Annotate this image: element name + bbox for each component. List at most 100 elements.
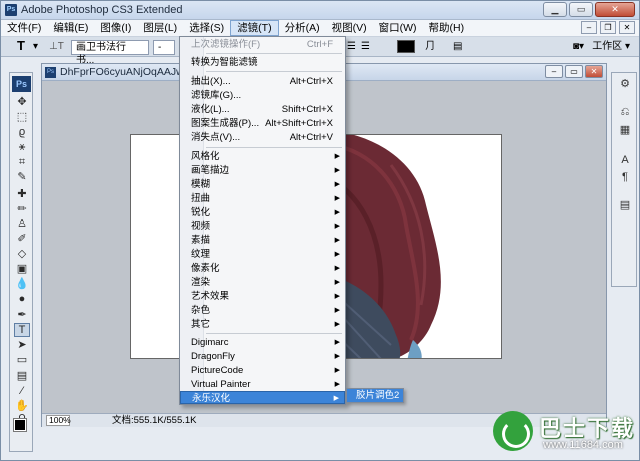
move-tool-icon[interactable]: ✥ (14, 95, 30, 109)
crop-tool-icon[interactable]: ⌗ (14, 155, 30, 169)
notes-tool-icon[interactable]: ▤ (14, 369, 30, 383)
workspace-button[interactable]: 工作区 ▾ (589, 40, 633, 55)
camera-icon[interactable]: ◙▾ (573, 40, 584, 55)
warp-text-icon[interactable]: ⺆ (425, 40, 435, 55)
menu-item-video[interactable]: 视频 ▶ (180, 220, 345, 233)
actions-panel-icon[interactable]: ▦ (617, 123, 633, 138)
submenu-arrow-icon: ▶ (334, 251, 340, 258)
gradient-tool-icon[interactable]: ▣ (14, 262, 30, 276)
menu-item-distort[interactable]: 扭曲 ▶ (180, 192, 345, 205)
text-orientation-icon[interactable]: ⊥T (49, 40, 64, 55)
toolbox: Ps ✥ ⬚ ϱ ⚹ ⌗ ✎ ✚ ✏ ♙ ✐ ◇ ▣ 💧 ● ✒ T ➤ ▭ ▤… (9, 72, 33, 452)
menu-select[interactable]: 选择(S) (183, 20, 230, 36)
menu-item-picturecode[interactable]: PictureCode ▶ (180, 364, 345, 377)
menu-item-texture[interactable]: 纹理 ▶ (180, 248, 345, 261)
close-button[interactable]: ✕ (595, 2, 635, 17)
doc-restore-button[interactable]: ❐ (600, 21, 616, 34)
menu-item-noise[interactable]: 杂色 ▶ (180, 304, 345, 317)
menu-item-label: 像素化 (191, 263, 220, 274)
clone-stamp-tool-icon[interactable]: ♙ (14, 217, 30, 231)
lasso-tool-icon[interactable]: ϱ (14, 125, 30, 139)
menu-file[interactable]: 文件(F) (1, 20, 47, 36)
submenu-arrow-icon: ▶ (334, 321, 340, 328)
menu-item-vanishing-point[interactable]: 消失点(V)... Alt+Ctrl+V (180, 131, 345, 144)
shape-tool-icon[interactable]: ▭ (14, 353, 30, 367)
text-color-swatch[interactable] (397, 40, 415, 53)
eyedropper-tool-icon[interactable]: ⁄ (14, 384, 30, 398)
dodge-tool-icon[interactable]: ● (14, 292, 30, 306)
menu-separator (206, 147, 342, 148)
hand-tool-icon[interactable]: ✋ (14, 399, 30, 413)
paragraph-panel-icon[interactable]: ¶ (617, 170, 633, 185)
marquee-tool-icon[interactable]: ⬚ (14, 110, 30, 124)
menu-item-stylize[interactable]: 风格化 ▶ (180, 150, 345, 163)
menu-edit[interactable]: 编辑(E) (47, 20, 94, 36)
document-maximize-button[interactable]: ▭ (565, 65, 583, 78)
menu-help[interactable]: 帮助(H) (423, 20, 471, 36)
menu-item-label: 滤镜库(G)... (191, 90, 242, 101)
menu-window[interactable]: 窗口(W) (373, 20, 423, 36)
history-panel-icon[interactable]: ⎌ (617, 105, 633, 120)
foreground-color-swatch[interactable] (13, 418, 27, 432)
workspace-label: 工作区 (592, 41, 623, 52)
menu-item-blur[interactable]: 模糊 ▶ (180, 178, 345, 191)
menu-item-filter-gallery[interactable]: 滤镜库(G)... (180, 89, 345, 102)
submenu-arrow-icon: ▶ (334, 223, 340, 230)
doc-minimize-button[interactable]: – (581, 21, 597, 34)
chevron-down-icon[interactable]: ▾ (33, 40, 38, 55)
align-right-icon[interactable]: ☰ (361, 40, 370, 55)
menu-item-pixelate[interactable]: 像素化 ▶ (180, 262, 345, 275)
menu-item-dragonfly[interactable]: DragonFly ▶ (180, 350, 345, 363)
font-family-select[interactable]: 画卫书法行书... (71, 40, 149, 66)
menu-item-label: DragonFly (191, 351, 235, 362)
type-tool-icon[interactable]: T (14, 323, 30, 337)
document-window-controls: – ▭ ✕ (545, 65, 603, 78)
menu-item-liquify[interactable]: 液化(L)... Shift+Ctrl+X (180, 103, 345, 116)
eraser-tool-icon[interactable]: ◇ (14, 247, 30, 261)
character-panel-icon[interactable]: A (617, 153, 633, 168)
menu-item-render[interactable]: 渲染 ▶ (180, 276, 345, 289)
navigator-panel-icon[interactable]: ⚙ (617, 77, 633, 92)
type-tool-preset-icon[interactable]: T (17, 39, 25, 54)
menu-layer[interactable]: 图层(L) (137, 20, 183, 36)
menu-item-sketch[interactable]: 素描 ▶ (180, 234, 345, 247)
menu-image[interactable]: 图像(I) (94, 20, 137, 36)
menu-item-label: 纹理 (191, 249, 211, 260)
character-panel-icon[interactable]: ▤ (453, 40, 462, 55)
menu-item-virtual-painter[interactable]: Virtual Painter ▶ (180, 378, 345, 391)
document-close-button[interactable]: ✕ (585, 65, 603, 78)
menu-item-artistic[interactable]: 艺术效果 ▶ (180, 290, 345, 303)
menu-item-yongle-localization[interactable]: 永乐汉化 ▶ (180, 391, 345, 404)
submenu-item-film-toning[interactable]: 胶片调色2 (346, 388, 404, 403)
layers-panel-icon[interactable]: ▤ (617, 198, 633, 213)
slice-tool-icon[interactable]: ✎ (14, 170, 30, 184)
pen-tool-icon[interactable]: ✒ (14, 308, 30, 322)
align-center-icon[interactable]: ☰ (347, 40, 356, 55)
menu-analysis[interactable]: 分析(A) (279, 20, 326, 36)
font-style-select[interactable]: - (153, 40, 175, 55)
magic-wand-tool-icon[interactable]: ⚹ (14, 140, 30, 154)
document-size-info[interactable]: 文档:555.1K/555.1K (112, 414, 197, 427)
menu-item-sharpen[interactable]: 锐化 ▶ (180, 206, 345, 219)
path-selection-tool-icon[interactable]: ➤ (14, 338, 30, 352)
submenu-arrow-icon: ▶ (334, 279, 340, 286)
menu-item-label: Virtual Painter (191, 379, 251, 390)
menu-item-other[interactable]: 其它 ▶ (180, 318, 345, 331)
minimize-button[interactable]: ▁ (543, 2, 567, 17)
maximize-button[interactable]: ▭ (569, 2, 593, 17)
healing-brush-tool-icon[interactable]: ✚ (14, 187, 30, 201)
menu-item-pattern-maker[interactable]: 图案生成器(P)... Alt+Shift+Ctrl+X (180, 117, 345, 130)
zoom-level-field[interactable]: 100% (46, 415, 71, 426)
blur-tool-icon[interactable]: 💧 (14, 277, 30, 291)
menu-item-convert-smart-filter[interactable]: 转换为智能滤镜 (180, 56, 345, 69)
document-minimize-button[interactable]: – (545, 65, 563, 78)
menu-item-extract[interactable]: 抽出(X)... Alt+Ctrl+X (180, 75, 345, 88)
menu-view[interactable]: 视图(V) (326, 20, 373, 36)
menu-item-digimarc[interactable]: Digimarc ▶ (180, 336, 345, 349)
doc-close-button[interactable]: ✕ (619, 21, 635, 34)
history-brush-tool-icon[interactable]: ✐ (14, 232, 30, 246)
submenu-arrow-icon: ▶ (334, 209, 340, 216)
brush-tool-icon[interactable]: ✏ (14, 202, 30, 216)
menu-item-brush-strokes[interactable]: 画笔描边 ▶ (180, 164, 345, 177)
menu-filter[interactable]: 滤镜(T) (230, 20, 279, 36)
